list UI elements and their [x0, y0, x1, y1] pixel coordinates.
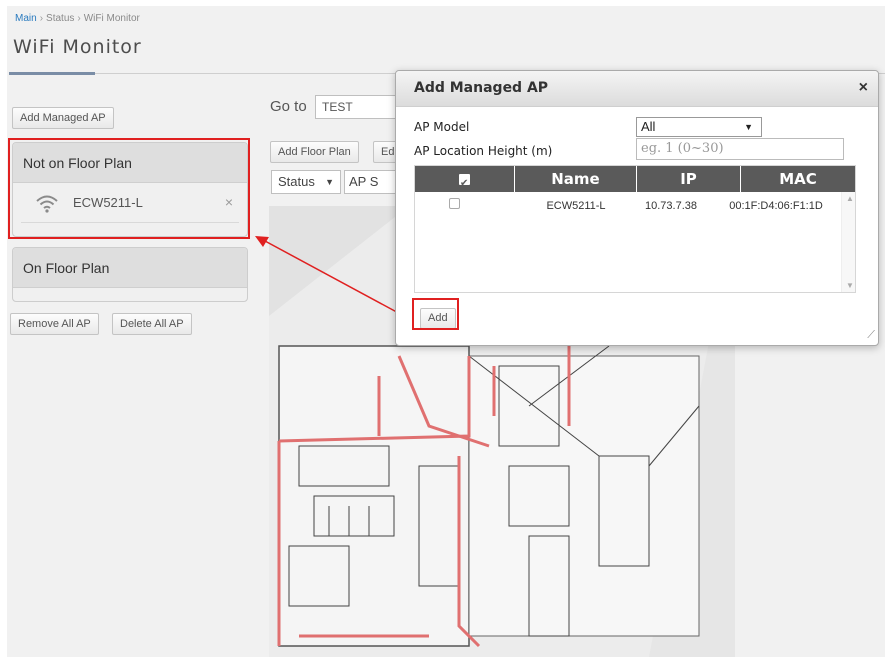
chevron-down-icon: ▼ [325, 177, 334, 187]
column-header-ip[interactable]: IP [637, 166, 741, 192]
ap-name: ECW5211-L [73, 195, 143, 210]
not-on-floor-plan-header: Not on Floor Plan [13, 143, 247, 183]
row-checkbox[interactable] [449, 198, 460, 212]
add-button[interactable]: Add [420, 308, 456, 329]
dialog-title: Add Managed AP [414, 80, 549, 96]
breadcrumb-separator: › [77, 13, 81, 24]
ap-list-item[interactable]: ECW5211-L × [21, 183, 239, 223]
add-managed-ap-dialog: Add Managed AP × AP Model All ▼ AP Locat… [395, 70, 879, 346]
add-managed-ap-button[interactable]: Add Managed AP [12, 107, 114, 129]
ap-model-value: All [641, 119, 656, 134]
chevron-down-icon: ▼ [744, 122, 753, 132]
resize-grip-icon[interactable]: ⟋ [867, 329, 875, 342]
floor-select[interactable]: TEST [315, 95, 405, 119]
on-floor-plan-header: On Floor Plan [13, 248, 247, 288]
ap-table: Name IP MAC ECW5211-L 10.73.7.38 00:1F:D… [414, 165, 856, 293]
select-all-checkbox[interactable] [415, 166, 515, 197]
title-accent-bar [9, 72, 95, 75]
on-floor-plan-panel: On Floor Plan [12, 247, 248, 302]
wifi-icon [36, 195, 58, 213]
page-title: WiFi Monitor [13, 36, 142, 58]
breadcrumb-current: WiFi Monitor [83, 13, 140, 24]
delete-all-ap-button[interactable]: Delete All AP [112, 313, 192, 335]
column-header-name[interactable]: Name [515, 166, 637, 192]
ap-row-ip: 10.73.7.38 [645, 200, 697, 212]
table-header-row: Name IP MAC [415, 166, 855, 197]
on-floor-plan-list [13, 288, 247, 301]
breadcrumb-status[interactable]: Status [46, 13, 74, 24]
goto-label: Go to [270, 98, 307, 115]
ap-model-select[interactable]: All ▼ [636, 117, 762, 137]
remove-all-ap-button[interactable]: Remove All AP [10, 313, 99, 335]
status-select[interactable]: Status ▼ [271, 170, 341, 194]
ap-model-label: AP Model [414, 120, 470, 134]
breadcrumb: Main › Status › WiFi Monitor [15, 13, 140, 24]
close-icon[interactable]: × [859, 79, 868, 97]
breadcrumb-separator: › [39, 13, 44, 24]
column-header-mac[interactable]: MAC [741, 166, 855, 192]
not-on-floor-plan-panel: Not on Floor Plan ECW5211-L × [12, 142, 248, 237]
breadcrumb-main[interactable]: Main [15, 13, 37, 24]
remove-ap-icon[interactable]: × [225, 194, 233, 210]
not-on-floor-plan-list: ECW5211-L × [13, 183, 247, 236]
ap-row-mac: 00:1F:D4:06:F1:1D [729, 200, 823, 212]
scroll-up-icon[interactable]: ▲ [846, 194, 854, 203]
scroll-down-icon[interactable]: ▼ [846, 281, 854, 290]
ap-location-height-label: AP Location Height (m) [414, 144, 553, 158]
ap-location-height-input[interactable]: eg. 1 (0~30) [636, 138, 844, 160]
table-scrollbar[interactable]: ▲ ▼ [841, 192, 855, 292]
status-select-value: Status [278, 174, 315, 189]
dialog-header[interactable]: Add Managed AP × [396, 71, 878, 107]
add-floor-plan-button[interactable]: Add Floor Plan [270, 141, 359, 163]
